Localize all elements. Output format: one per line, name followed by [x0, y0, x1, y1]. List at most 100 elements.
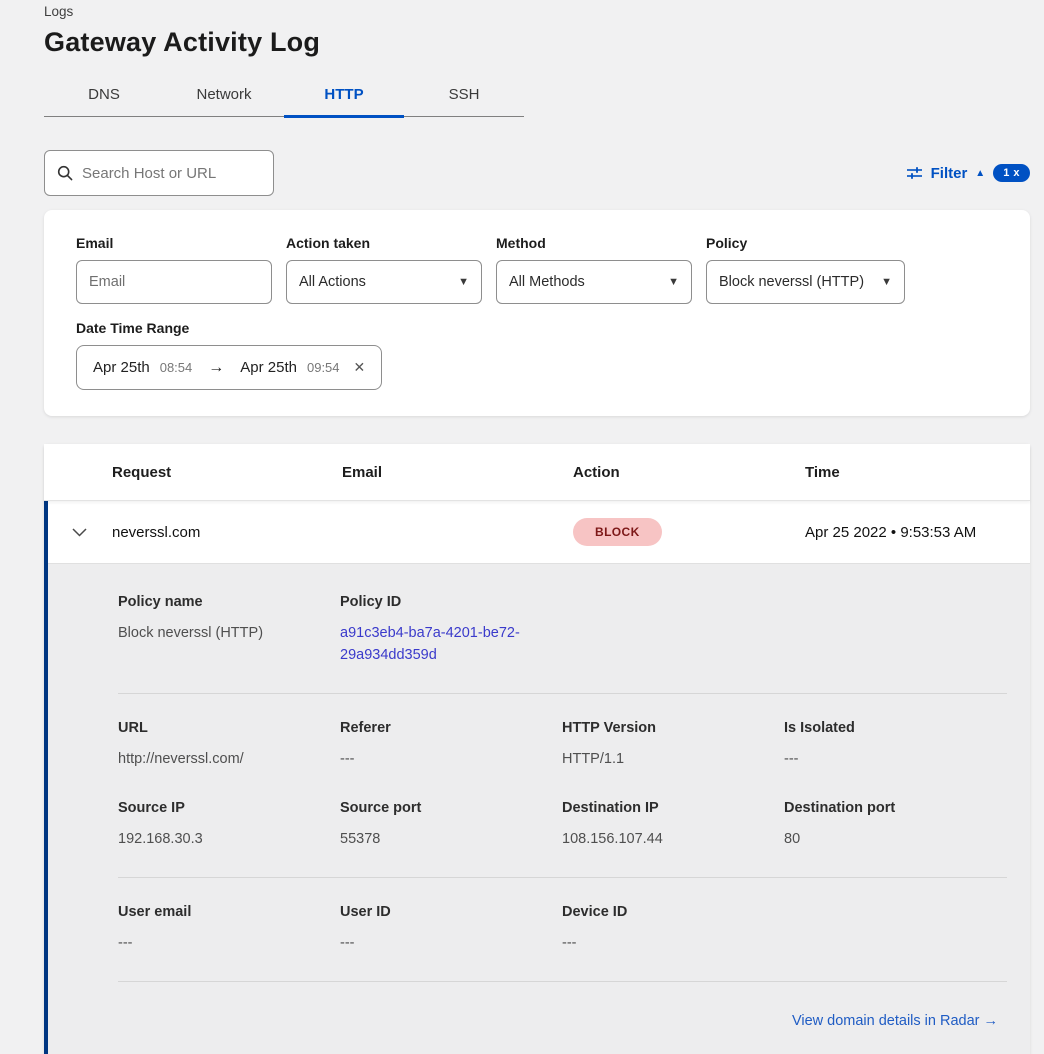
detail-policy-id: Policy ID a91c3eb4-ba7a-4201-be72-29a934… — [340, 594, 562, 667]
row-details-panel: Policy name Block neverssl (HTTP) Policy… — [48, 564, 1030, 1054]
filter-field-policy: Policy Block neverssl (HTTP) ▼ — [706, 235, 905, 304]
destination-port-value: 80 — [784, 829, 1007, 851]
details-divider — [118, 693, 1007, 694]
col-header-request: Request — [112, 464, 342, 481]
destination-ip-value: 108.156.107.44 — [562, 829, 784, 851]
user-email-value: --- — [118, 933, 340, 955]
filter-field-email: Email — [76, 235, 272, 304]
detail-url: URL http://neverssl.com/ — [118, 720, 340, 771]
breadcrumb[interactable]: Logs — [44, 4, 1030, 19]
expanded-row-region: neverssl.com BLOCK Apr 25 2022 • 9:53:53… — [44, 501, 1030, 1054]
url-value: http://neverssl.com/ — [118, 749, 340, 771]
row-request: neverssl.com — [112, 524, 342, 541]
policy-name-label: Policy name — [118, 594, 340, 610]
search-icon — [57, 165, 73, 181]
filter-field-daterange: Date Time Range Apr 25th 08:54 → Apr 25t… — [76, 320, 998, 390]
policy-name-value: Block neverssl (HTTP) — [118, 623, 340, 645]
col-header-action: Action — [573, 464, 805, 481]
http-version-label: HTTP Version — [562, 720, 784, 736]
table-header-row: Request Email Action Time — [44, 444, 1030, 501]
row-expand-chevron-icon[interactable] — [48, 528, 112, 537]
action-filter-label: Action taken — [286, 235, 482, 251]
detail-is-isolated: Is Isolated --- — [784, 720, 1007, 771]
page-title: Gateway Activity Log — [44, 27, 1030, 58]
method-filter-select[interactable]: All Methods ▼ — [496, 260, 692, 304]
source-ip-label: Source IP — [118, 800, 340, 816]
is-isolated-value: --- — [784, 749, 1007, 771]
filter-field-action: Action taken All Actions ▼ — [286, 235, 482, 304]
row-time: Apr 25 2022 • 9:53:53 AM — [805, 524, 1030, 541]
detail-destination-ip: Destination IP 108.156.107.44 — [562, 800, 784, 851]
tab-ssh[interactable]: SSH — [404, 76, 524, 116]
search-box[interactable] — [44, 150, 274, 196]
user-id-label: User ID — [340, 904, 562, 920]
destination-ip-label: Destination IP — [562, 800, 784, 816]
device-id-value: --- — [562, 933, 784, 955]
policy-filter-select[interactable]: Block neverssl (HTTP) ▼ — [706, 260, 905, 304]
filter-collapse-caret-icon[interactable]: ▲ — [975, 168, 985, 179]
chevron-down-icon: ▼ — [881, 276, 892, 288]
activity-log-table: Request Email Action Time neverssl.com B… — [44, 444, 1030, 1054]
daterange-clear-icon[interactable]: ✕ — [354, 359, 366, 376]
detail-device-id: Device ID --- — [562, 904, 784, 955]
daterange-start-time[interactable]: 08:54 — [160, 360, 193, 375]
action-filter-select[interactable]: All Actions ▼ — [286, 260, 482, 304]
filter-button[interactable]: Filter — [931, 165, 968, 182]
detail-user-email: User email --- — [118, 904, 340, 955]
gateway-activity-log-page: Logs Gateway Activity Log DNS Network HT… — [44, 0, 1030, 1054]
search-input[interactable] — [82, 165, 261, 182]
http-version-value: HTTP/1.1 — [562, 749, 784, 771]
device-id-label: Device ID — [562, 904, 784, 920]
daterange-end-day[interactable]: Apr 25th — [240, 359, 297, 376]
email-filter-input[interactable] — [76, 260, 272, 304]
policy-filter-value: Block neverssl (HTTP) — [719, 274, 864, 290]
source-ip-value: 192.168.30.3 — [118, 829, 340, 851]
tab-http[interactable]: HTTP — [284, 76, 404, 116]
detail-policy-name: Policy name Block neverssl (HTTP) — [118, 594, 340, 667]
filter-field-method: Method All Methods ▼ — [496, 235, 692, 304]
email-filter-label: Email — [76, 235, 272, 251]
method-filter-label: Method — [496, 235, 692, 251]
policy-id-label: Policy ID — [340, 594, 562, 610]
daterange-label: Date Time Range — [76, 320, 998, 336]
detail-destination-port: Destination port 80 — [784, 800, 1007, 851]
daterange-end-time[interactable]: 09:54 — [307, 360, 340, 375]
referer-value: --- — [340, 749, 562, 771]
detail-source-port: Source port 55378 — [340, 800, 562, 851]
tab-network[interactable]: Network — [164, 76, 284, 116]
arrow-right-icon: → — [202, 359, 230, 377]
details-divider — [118, 877, 1007, 878]
referer-label: Referer — [340, 720, 562, 736]
detail-source-ip: Source IP 192.168.30.3 — [118, 800, 340, 851]
filter-panel: Email Action taken All Actions ▼ Method … — [44, 210, 1030, 416]
daterange-picker[interactable]: Apr 25th 08:54 → Apr 25th 09:54 ✕ — [76, 345, 382, 390]
log-type-tabs: DNS Network HTTP SSH — [44, 76, 524, 117]
policy-filter-label: Policy — [706, 235, 905, 251]
table-row[interactable]: neverssl.com BLOCK Apr 25 2022 • 9:53:53… — [48, 501, 1030, 564]
user-email-label: User email — [118, 904, 340, 920]
filter-sliders-icon[interactable] — [906, 165, 923, 181]
detail-referer: Referer --- — [340, 720, 562, 771]
detail-http-version: HTTP Version HTTP/1.1 — [562, 720, 784, 771]
url-label: URL — [118, 720, 340, 736]
source-port-label: Source port — [340, 800, 562, 816]
policy-id-link[interactable]: a91c3eb4-ba7a-4201-be72-29a934dd359d — [340, 623, 535, 667]
tab-dns[interactable]: DNS — [44, 76, 164, 116]
toolbar: Filter ▲ 1 x — [44, 150, 1030, 196]
action-filter-value: All Actions — [299, 274, 366, 290]
col-header-time: Time — [805, 464, 1030, 481]
destination-port-label: Destination port — [784, 800, 1007, 816]
chevron-down-icon: ▼ — [458, 276, 469, 288]
daterange-start-day[interactable]: Apr 25th — [93, 359, 150, 376]
col-header-email: Email — [342, 464, 573, 481]
user-id-value: --- — [340, 933, 562, 955]
action-block-badge: BLOCK — [573, 518, 662, 546]
filter-count-badge[interactable]: 1 x — [993, 164, 1030, 182]
source-port-value: 55378 — [340, 829, 562, 851]
view-radar-link[interactable]: View domain details in Radar → — [792, 1013, 998, 1029]
chevron-down-icon: ▼ — [668, 276, 679, 288]
details-divider — [118, 981, 1007, 982]
is-isolated-label: Is Isolated — [784, 720, 1007, 736]
detail-user-id: User ID --- — [340, 904, 562, 955]
method-filter-value: All Methods — [509, 274, 585, 290]
